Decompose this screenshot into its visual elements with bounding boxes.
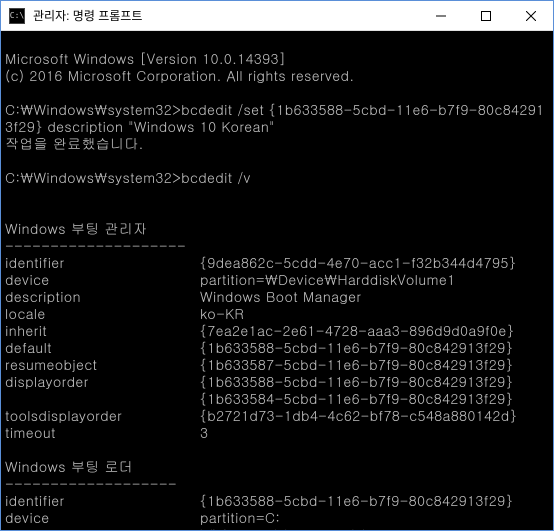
close-button[interactable] [508,1,553,30]
bm-toolsdisplayorder-value: {b2721d73-1db4-4c62-bf78-c548a880142d} [200,405,517,425]
cmd-icon: C:\ [9,8,25,24]
minimize-button[interactable] [418,1,463,30]
console-line: 작업을 완료했습니다. [5,133,144,153]
bm-timeout-key: timeout [5,424,200,441]
console-output[interactable]: Microsoft Windows [Version 10.0.14393] (… [1,31,553,530]
titlebar[interactable]: C:\ 관리자: 명령 프롬프트 [1,1,553,31]
window-controls [418,1,553,30]
bl-path-key: path [5,526,200,530]
bm-timeout-value: 3 [200,422,208,442]
console-line: (c) 2016 Microsoft Corporation. All righ… [5,65,354,85]
console-line: C:\Windows\system32>bcdedit /v [5,167,251,187]
window-title: 관리자: 명령 프롬프트 [33,7,418,24]
bl-path-value: \Windows\system32\winload.exe [200,524,446,530]
command-prompt-window: C:\ 관리자: 명령 프롬프트 Microsoft Windows [Vers… [0,0,554,531]
maximize-button[interactable] [463,1,508,30]
